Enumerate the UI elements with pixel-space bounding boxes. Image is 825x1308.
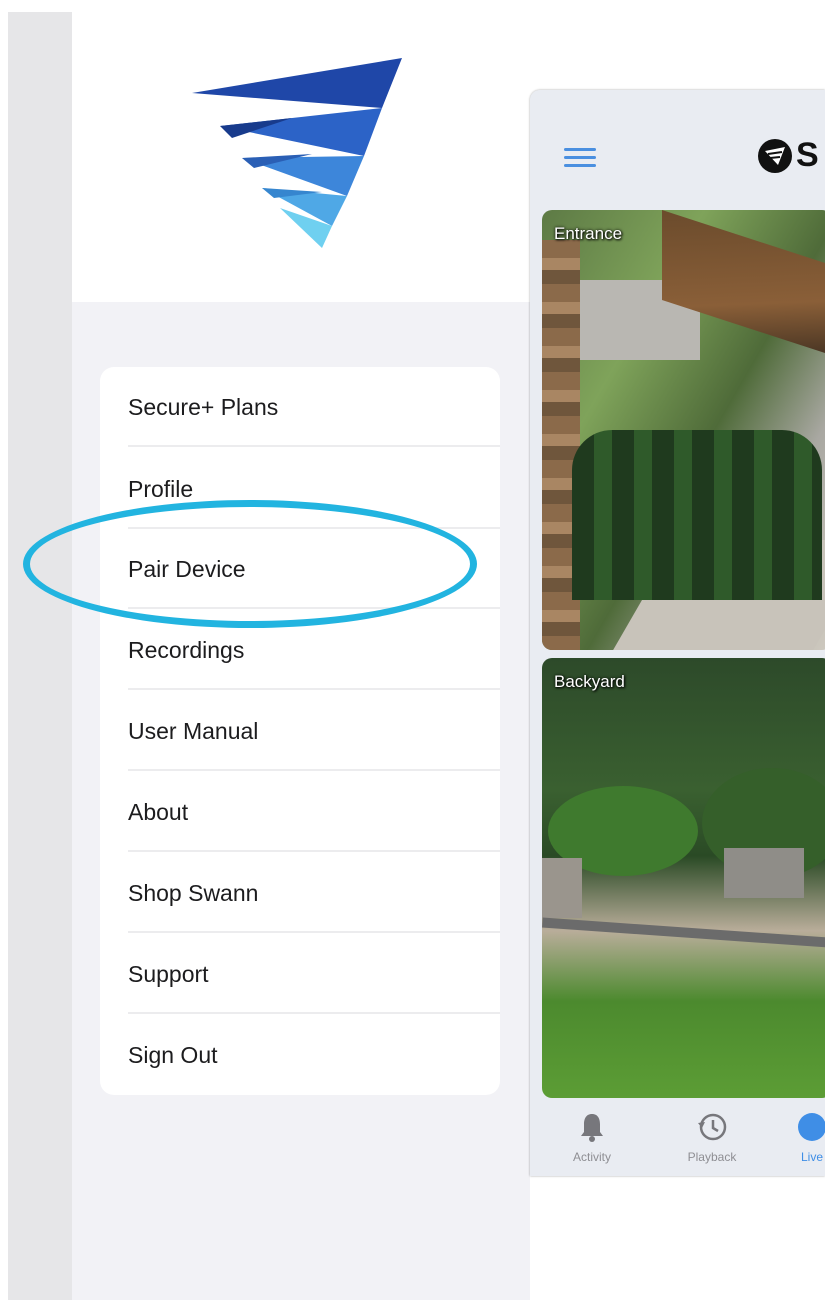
- menu-item-label: Shop Swann: [128, 879, 259, 906]
- tab-live[interactable]: Live: [772, 1110, 825, 1164]
- menu-item-label: Pair Device: [128, 555, 246, 582]
- menu-item-user-manual[interactable]: User Manual: [128, 691, 500, 771]
- menu-item-about[interactable]: About: [128, 772, 500, 852]
- menu-item-label: Recordings: [128, 636, 245, 663]
- menu-card: Secure+ Plans Profile Pair Device Record…: [100, 367, 500, 1095]
- scene-hedge: [572, 430, 822, 600]
- tab-label: Activity: [572, 1150, 611, 1164]
- live-icon: [795, 1110, 825, 1144]
- menu-item-recordings[interactable]: Recordings: [128, 610, 500, 690]
- bottom-tab-bar: Activity Playback Live: [530, 1102, 825, 1176]
- app-preview: S Entrance Backyard Activity Playback Li…: [530, 90, 825, 1176]
- swann-logo-icon: [192, 58, 402, 248]
- menu-item-pair-device[interactable]: Pair Device: [128, 529, 500, 609]
- tab-label: Playback: [687, 1150, 737, 1164]
- menu-item-label: Profile: [128, 475, 194, 502]
- menu-item-label: About: [128, 798, 189, 825]
- hamburger-menu-icon[interactable]: [564, 148, 596, 168]
- menu-item-profile[interactable]: Profile: [128, 449, 500, 529]
- camera-label: Backyard: [554, 672, 625, 691]
- menu-item-label: Sign Out: [128, 1041, 218, 1068]
- side-drawer: Secure+ Plans Profile Pair Device Record…: [72, 12, 530, 1300]
- scene-planter: [724, 848, 804, 898]
- camera-tile-backyard[interactable]: Backyard: [542, 658, 825, 1098]
- menu-item-label: Secure+ Plans: [128, 393, 279, 420]
- menu-item-label: User Manual: [128, 717, 259, 744]
- scene-lawn-edge: [542, 917, 825, 949]
- app-header: S: [530, 90, 825, 210]
- history-icon: [695, 1110, 729, 1144]
- scene-planter: [542, 858, 582, 918]
- camera-label: Entrance: [554, 224, 623, 243]
- brand-text: S: [796, 136, 819, 174]
- tab-activity[interactable]: Activity: [552, 1110, 632, 1164]
- drawer-header: [72, 12, 530, 302]
- brand-logo: S: [758, 136, 819, 175]
- menu-item-label: Support: [128, 960, 209, 987]
- menu-item-sign-out[interactable]: Sign Out: [128, 1015, 500, 1095]
- tab-label: Live: [800, 1150, 823, 1164]
- menu-item-secure-plans[interactable]: Secure+ Plans: [128, 367, 500, 447]
- menu-item-shop-swann[interactable]: Shop Swann: [128, 853, 500, 933]
- camera-tile-entrance[interactable]: Entrance: [542, 210, 825, 650]
- swann-mark-icon: [758, 138, 792, 173]
- tab-playback[interactable]: Playback: [672, 1110, 752, 1164]
- left-edge-strip: [8, 12, 72, 1300]
- menu-item-support[interactable]: Support: [128, 934, 500, 1014]
- bell-icon: [575, 1110, 609, 1144]
